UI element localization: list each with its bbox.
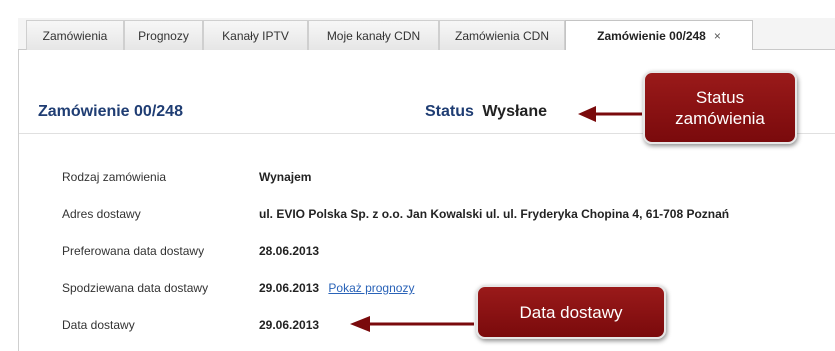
status-label: Status [425,103,474,120]
row-label-preferred-date: Preferowana data dostawy [62,244,205,258]
tab-bar: Zamówienia Prognozy Kanały IPTV Moje kan… [18,18,835,51]
tab-zamowienie-00-248[interactable]: Zamówienie 00/248 × [565,20,753,51]
expected-date-value: 29.06.2013 [259,281,320,295]
row-label-delivery-address: Adres dostawy [62,207,141,221]
row-value-preferred-date: 28.06.2013 [259,244,320,258]
tab-prognozy[interactable]: Prognozy [124,20,203,50]
row-value-delivery-date: 29.06.2013 [259,318,320,332]
tab-close-icon[interactable]: × [714,29,721,43]
tab-zamowienia[interactable]: Zamówienia [26,20,124,50]
status-callout: Status zamówienia [643,71,797,144]
row-value-order-type: Wynajem [259,170,312,184]
tab-kanaly-iptv[interactable]: Kanały IPTV [203,20,308,50]
row-value-delivery-address: ul. EVIO Polska Sp. z o.o. Jan Kowalski … [259,207,730,221]
row-label-order-type: Rodzaj zamówienia [62,170,167,184]
row-value-expected-date: 29.06.2013 Pokaż prognozy [259,281,414,295]
tab-label: Zamówienia CDN [454,28,550,43]
delivery-date-arrow [350,316,474,332]
order-status: Status Wysłane [425,103,547,121]
row-label-expected-date: Spodziewana data dostawy [62,281,209,295]
status-arrow [578,106,642,122]
page-title: Zamówienie 00/248 [38,103,183,120]
tab-label: Zamówienia [42,28,108,43]
row-label-delivery-date: Data dostawy [62,318,135,332]
tab-label: Zamówienie 00/248 [597,29,706,43]
tab-label: Moje kanały CDN [326,28,421,43]
status-value: Wysłane [482,103,547,120]
show-forecasts-link[interactable]: Pokaż prognozy [328,281,414,295]
delivery-date-callout: Data dostawy [476,285,666,339]
tab-label: Kanały IPTV [222,28,289,43]
tab-label: Prognozy [138,28,189,43]
tab-zamowienia-cdn[interactable]: Zamówienia CDN [439,20,565,50]
tab-moje-kanaly-cdn[interactable]: Moje kanały CDN [308,20,439,50]
